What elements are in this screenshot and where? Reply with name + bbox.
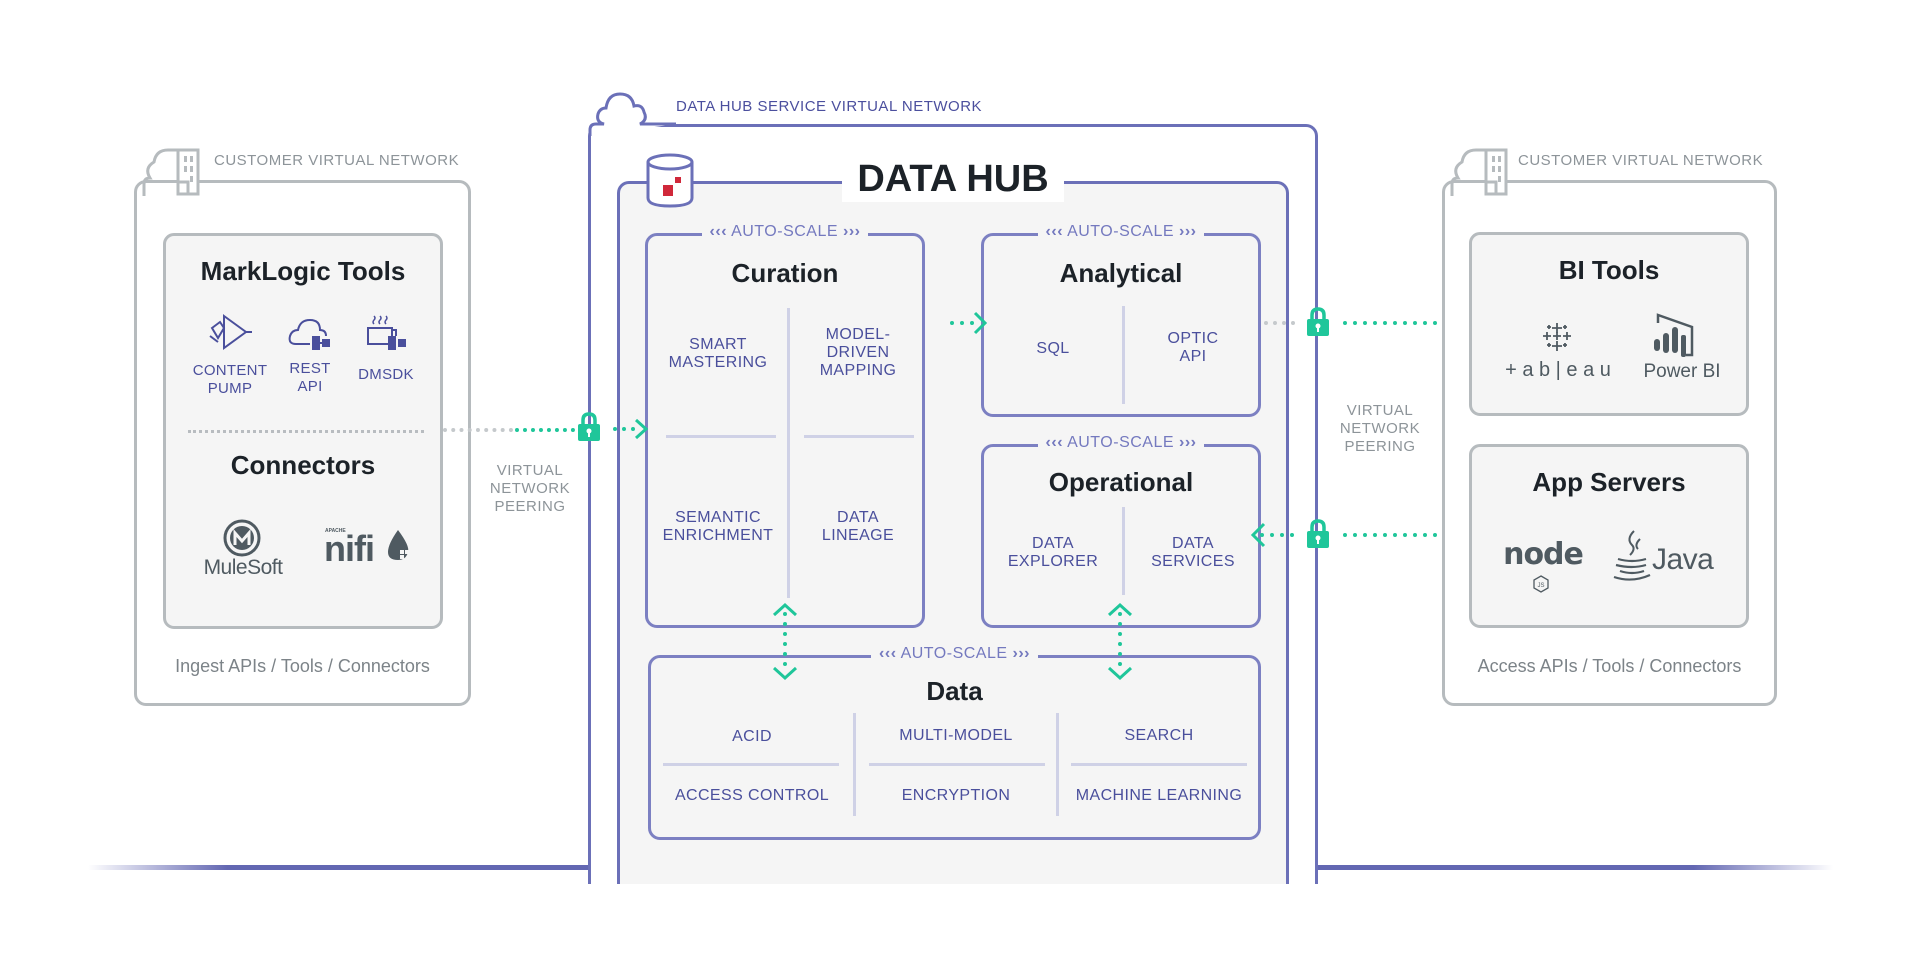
lock-icon <box>1307 519 1329 548</box>
power-bi-logo-text: Power BI <box>1643 361 1721 382</box>
power-bi-logo-icon <box>1654 313 1694 357</box>
java-cup-icon <box>1613 530 1651 581</box>
lock-icon <box>578 412 600 441</box>
java-logo-text: Java <box>1652 543 1714 576</box>
app-servers-title: App Servers <box>1532 467 1686 497</box>
cloud-building-icon <box>1450 148 1508 196</box>
tableau-logo-text: + a b | e a u <box>1505 359 1611 381</box>
arrow-into-analytical <box>950 311 988 638</box>
svg-text:JS: JS <box>1537 583 1544 589</box>
nodejs-hex-icon: JS <box>1533 575 1549 593</box>
right-peering-label: VIRTUAL NETWORK PEERING <box>1339 402 1421 455</box>
app-servers-panel: App Servers node JS Java <box>1469 444 1749 628</box>
tableau-logo-icon <box>1543 323 1571 351</box>
right-network-label: CUSTOMER VIRTUAL NETWORK <box>1512 152 1770 169</box>
right-network-caption: Access APIs / Tools / Connectors <box>1477 656 1742 676</box>
arrow-into-curation <box>613 418 649 440</box>
lock-icon <box>1307 307 1329 336</box>
arrow-curation-data <box>772 602 798 681</box>
bi-tools-panel: BI Tools + a b | e a u Power BI <box>1469 232 1749 416</box>
nodejs-logo-text: node <box>1503 537 1584 572</box>
arrow-operational-data <box>1107 602 1133 681</box>
bi-tools-title: BI Tools <box>1558 255 1660 285</box>
